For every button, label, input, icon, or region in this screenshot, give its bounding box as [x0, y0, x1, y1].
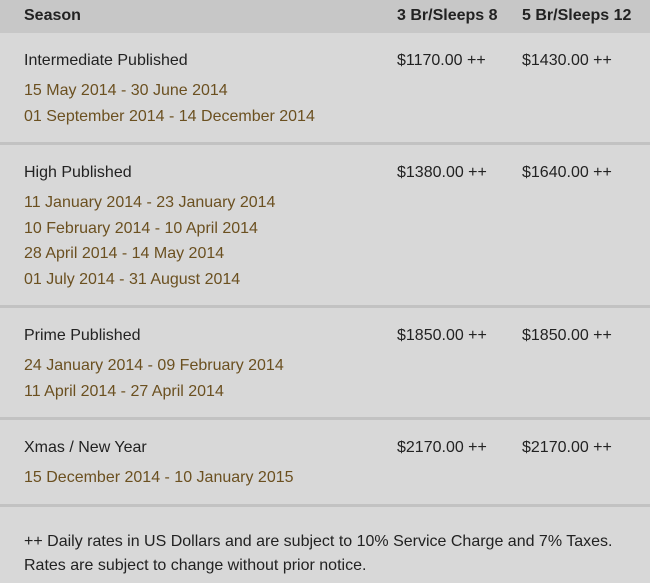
season-name: High Published [24, 164, 132, 181]
table-header: Season 3 Br/Sleeps 8 5 Br/Sleeps 12 [0, 0, 650, 33]
footnote-line-2: Rates are subject to change without prio… [24, 557, 367, 574]
season-name: Xmas / New Year [24, 439, 147, 456]
table-row-intermediate: Intermediate Published $1170.00 ++ $1430… [0, 33, 650, 145]
season-dates: 24 January 2014 - 09 February 2014 11 Ap… [24, 353, 284, 404]
season-name: Prime Published [24, 327, 141, 344]
season-dates: 15 December 2014 - 10 January 2015 [24, 465, 294, 491]
season-name: Intermediate Published [24, 52, 188, 69]
header-3br: 3 Br/Sleeps 8 [397, 7, 498, 24]
date-range: 01 July 2014 - 31 August 2014 [24, 271, 241, 289]
date-range: 11 April 2014 - 27 April 2014 [24, 382, 224, 400]
season-dates: 15 May 2014 - 30 June 2014 01 September … [24, 78, 315, 129]
season-dates: 11 January 2014 - 23 January 2014 10 Feb… [24, 190, 275, 293]
date-range: 01 September 2014 - 14 December 2014 [24, 107, 315, 125]
price-3br: $1380.00 ++ [397, 164, 487, 181]
date-range: 15 December 2014 - 10 January 2015 [24, 469, 294, 486]
footnote-line-1: ++ Daily rates in US Dollars and are sub… [24, 533, 613, 550]
table-row-prime: Prime Published $1850.00 ++ $1850.00 ++ … [0, 308, 650, 420]
date-range: 11 January 2014 - 23 January 2014 [24, 194, 276, 211]
price-5br: $1640.00 ++ [522, 164, 612, 181]
price-3br: $1170.00 ++ [397, 52, 486, 69]
price-5br: $1430.00 ++ [522, 52, 612, 69]
header-season: Season [24, 7, 81, 24]
price-5br: $1850.00 ++ [522, 327, 612, 344]
price-3br: $1850.00 ++ [397, 327, 487, 344]
rates-footnote: ++ Daily rates in US Dollars and are sub… [24, 530, 634, 578]
date-range: 28 April 2014 - 14 May 2014 [24, 245, 225, 263]
price-3br: $2170.00 ++ [397, 439, 487, 456]
header-5br: 5 Br/Sleeps 12 [522, 7, 632, 24]
rates-table: Season 3 Br/Sleeps 8 5 Br/Sleeps 12 Inte… [0, 0, 650, 583]
date-range: 24 January 2014 - 09 February 2014 [24, 357, 284, 374]
date-range: 10 February 2014 - 10 April 2014 [24, 219, 258, 237]
price-5br: $2170.00 ++ [522, 439, 612, 456]
table-row-high: High Published $1380.00 ++ $1640.00 ++ 1… [0, 145, 650, 308]
table-row-xmas: Xmas / New Year $2170.00 ++ $2170.00 ++ … [0, 420, 650, 507]
date-range: 15 May 2014 - 30 June 2014 [24, 82, 228, 99]
